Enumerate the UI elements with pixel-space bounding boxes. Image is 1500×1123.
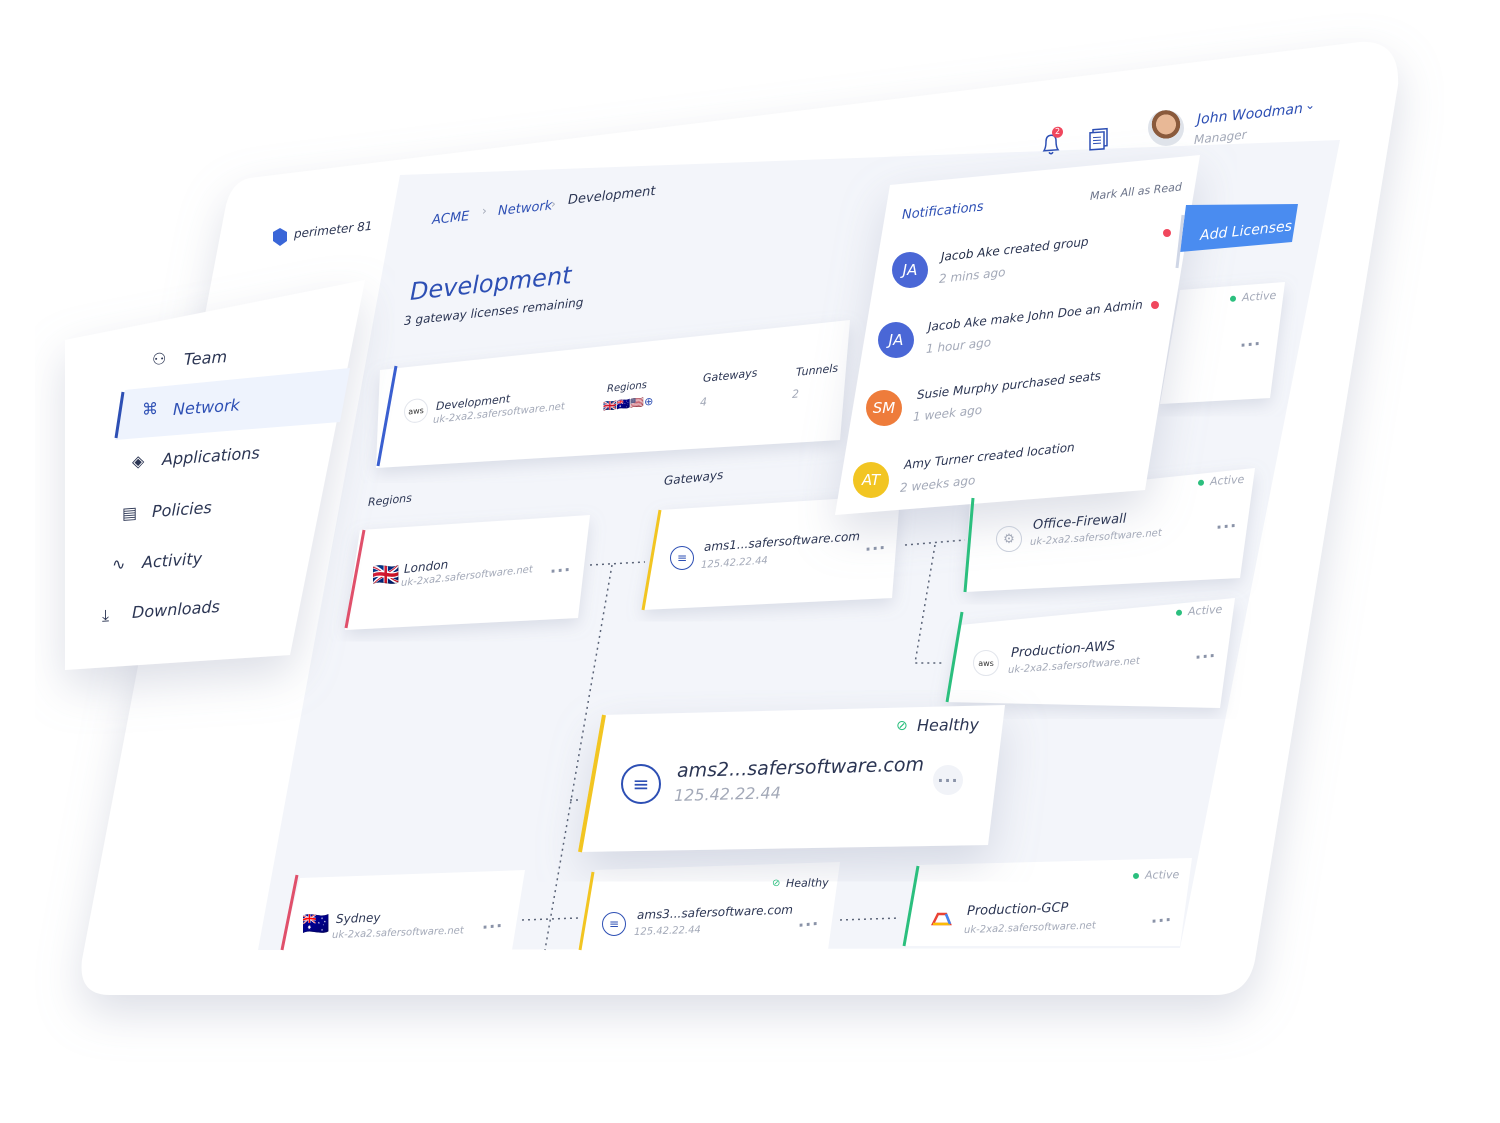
status-dot xyxy=(1198,479,1204,486)
gcp-icon xyxy=(930,910,952,932)
chevron-down-icon[interactable]: ⌄ xyxy=(1305,98,1315,112)
notification-avatar: JA xyxy=(878,322,914,358)
uk-flag-icon: 🇬🇧 xyxy=(603,398,617,413)
more-options-button[interactable]: ··· xyxy=(1195,646,1216,667)
more-options-button[interactable]: ··· xyxy=(482,916,503,937)
more-options-button[interactable]: ··· xyxy=(933,765,963,795)
avatar[interactable] xyxy=(1148,110,1184,146)
more-options-button[interactable]: ··· xyxy=(865,538,886,559)
gateway-status: Healthy xyxy=(917,714,980,735)
gateways-count: 4 xyxy=(700,395,707,409)
team-icon: ⚇ xyxy=(152,348,167,369)
status-text: Active xyxy=(1210,472,1245,489)
au-flag-icon: 🇦🇺 xyxy=(616,397,631,412)
chevron-right-icon: › xyxy=(551,196,556,211)
status-dot xyxy=(1176,609,1182,616)
healthy-icon: ⊘ xyxy=(772,878,781,889)
au-flag-icon: 🇦🇺 xyxy=(302,912,330,937)
documents-icon[interactable] xyxy=(1088,126,1110,156)
chevron-right-icon: › xyxy=(482,203,487,218)
activity-icon: ∿ xyxy=(112,554,126,574)
site-status: Active xyxy=(1133,868,1179,882)
layers-icon: ◈ xyxy=(132,451,145,471)
policies-icon: ▤ xyxy=(122,502,138,523)
unread-indicator xyxy=(1151,301,1159,309)
avatar-initials: JA xyxy=(878,322,914,358)
server-icon: ≡ xyxy=(670,546,694,570)
status-dot xyxy=(1230,295,1236,302)
unread-indicator xyxy=(1163,229,1171,237)
sidebar-item-team[interactable]: Team xyxy=(184,347,227,369)
firewall-icon: ⚙ xyxy=(996,526,1022,552)
server-icon: ≡ xyxy=(602,912,626,936)
more-options-button[interactable]: ··· xyxy=(798,914,819,935)
bell-icon[interactable]: 2 xyxy=(1040,126,1063,162)
gateway-ip: 125.42.22.44 xyxy=(674,783,781,805)
server-icon: ≡ xyxy=(621,764,661,804)
more-options-button[interactable]: ··· xyxy=(1151,910,1172,931)
gateway-ip: 125.42.22.44 xyxy=(634,924,701,938)
healthy-icon: ⊘ xyxy=(896,718,908,734)
more-options-button[interactable]: ··· xyxy=(550,560,571,581)
region-name: Sydney xyxy=(336,910,381,926)
more-options-button[interactable]: ··· xyxy=(1216,516,1237,537)
us-flag-icon: 🇺🇸 xyxy=(630,395,645,411)
status-dot xyxy=(1133,872,1139,879)
download-icon: ⤓ xyxy=(102,605,110,625)
notification-avatar: JA xyxy=(892,252,928,288)
notification-avatar: AT xyxy=(853,462,889,498)
avatar-initials: AT xyxy=(853,462,889,498)
aws-icon: aws xyxy=(973,650,999,676)
gateway-status: Healthy xyxy=(786,876,829,890)
add-region-icon[interactable]: ⊕ xyxy=(644,395,653,409)
avatar-initials: SM xyxy=(866,390,902,426)
uk-flag-icon: 🇬🇧 xyxy=(372,563,400,588)
avatar-initials: JA xyxy=(892,252,928,288)
notification-avatar: SM xyxy=(866,390,902,426)
more-options-button[interactable]: ··· xyxy=(1240,334,1261,355)
network-icon: ⌘ xyxy=(142,398,158,419)
status-text: Active xyxy=(1242,288,1277,305)
tunnels-count: 2 xyxy=(792,387,799,401)
status-text: Active xyxy=(1145,868,1180,882)
status-text: Active xyxy=(1188,602,1223,619)
logo-icon xyxy=(272,227,288,251)
